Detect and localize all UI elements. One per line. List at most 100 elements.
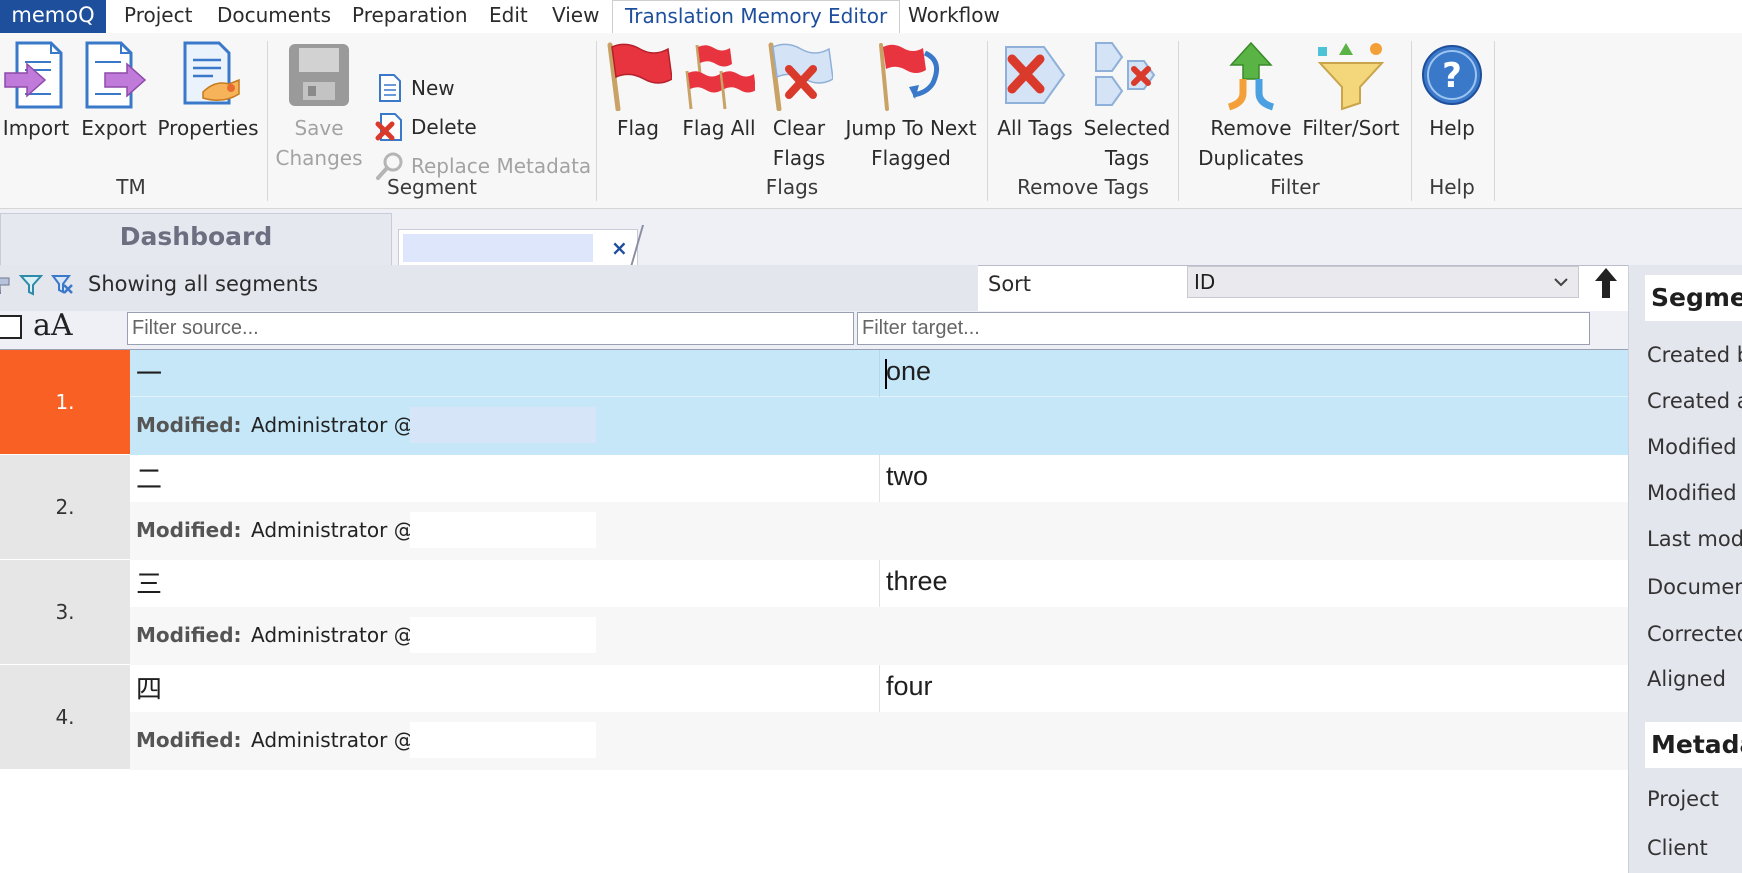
redacted-timestamp [410,722,596,758]
flag-button[interactable]: Flag [603,37,673,143]
clear-flags-label-line1: Clear [772,116,826,140]
redacted-timestamp [410,512,596,548]
target-text[interactable]: one [886,356,931,387]
save-label-line1: Save [294,116,344,140]
menu-preparation[interactable]: Preparation [340,0,480,33]
flag-label: Flag [616,116,659,140]
flag-icon [607,42,672,111]
segment-text-row: 三 three [130,560,1628,607]
field-project: Project [1647,787,1719,811]
segment-metadata-row: Modified: Administrator @2 [130,607,1628,665]
segment-metadata-row: Modified: Administrator @2 [130,502,1628,560]
sort-ascending-arrow-icon[interactable] [1592,266,1620,300]
filter-sort-label: Filter/Sort [1302,116,1400,140]
selected-tags-button[interactable]: Selected Tags [1082,37,1172,173]
chevron-down-icon [1554,278,1568,287]
selected-tags-label-line1: Selected [1083,116,1171,140]
export-button[interactable]: Export [78,37,150,143]
new-button[interactable]: New [373,71,455,105]
funnel-filter-icon[interactable] [18,273,44,297]
flag-filter-icon[interactable] [0,274,12,296]
modified-label: Modified: [136,728,242,752]
menubar: memoQ Project Documents Preparation Edit… [0,0,1742,34]
source-text[interactable]: 二 [136,459,162,496]
menu-workflow[interactable]: Workflow [896,0,1012,33]
save-changes-button[interactable]: Save Changes [275,37,363,173]
tab-dashboard[interactable]: Dashboard [0,213,392,265]
select-all-checkbox[interactable] [0,315,22,339]
group-label-tm: TM [116,175,146,199]
help-button[interactable]: ? Help [1418,37,1486,143]
properties-button[interactable]: Properties [156,37,260,143]
properties-label: Properties [157,116,259,140]
tab-translation-memory[interactable]: × [398,229,638,265]
column-divider [879,665,880,712]
table-row[interactable]: 1. 一 one Modified: Administrator @2 [0,350,1628,455]
help-icon: ? [1422,45,1482,105]
field-modified-by: Modified by [1647,435,1742,459]
target-text[interactable]: four [886,671,933,702]
menu-project[interactable]: Project [112,0,204,33]
sort-select[interactable]: ID [1187,266,1579,298]
target-text[interactable]: two [886,461,928,492]
source-text[interactable]: 四 [136,669,162,706]
filter-sort-button[interactable]: Filter/Sort [1296,37,1406,143]
import-label: Import [2,116,70,140]
selected-tags-icon [1095,42,1156,106]
field-created-by: Created by [1647,343,1742,367]
menu-documents[interactable]: Documents [205,0,343,33]
segment-text-row: 二 two [130,455,1628,502]
row-number: 2. [0,455,130,560]
filter-toolbar-icons [0,273,76,297]
help-label: Help [1429,116,1475,140]
menu-view[interactable]: View [540,0,611,33]
source-text[interactable]: 一 [136,354,162,391]
import-button[interactable]: Import [0,37,72,143]
clear-flags-label-line2: Flags [772,146,826,170]
modified-value: Administrator @2 [251,728,427,752]
source-text[interactable]: 三 [136,564,162,601]
modified-value: Administrator @2 [251,623,427,647]
field-client: Client [1647,836,1708,860]
table-row[interactable]: 2. 二 two Modified: Administrator @2 [0,455,1628,560]
row-number: 3. [0,560,130,665]
table-row[interactable]: 4. 四 four Modified: Administrator @2 [0,665,1628,770]
group-label-remove-tags: Remove Tags [1017,175,1149,199]
case-sensitive-toggle[interactable]: aA [33,308,73,343]
app-menu-button[interactable]: memoQ [0,0,106,33]
menu-translation-memory-editor[interactable]: Translation Memory Editor [612,0,901,34]
segment-section-header[interactable]: Segment [1645,275,1742,321]
modified-label: Modified: [136,518,242,542]
flag-all-label: Flag All [682,116,756,140]
flag-all-icon [685,44,755,110]
flag-all-button[interactable]: Flag All [680,37,758,143]
group-label-segment: Segment [387,175,477,199]
segment-text-row: 四 four [130,665,1628,712]
redacted-timestamp [410,617,596,653]
ribbon: Import Export Properties TM Save Changes… [0,33,1742,209]
field-aligned: Aligned [1647,667,1726,691]
target-text[interactable]: three [886,566,948,597]
column-divider [879,455,880,502]
filter-target-input[interactable] [857,312,1590,345]
jump-to-next-flagged-button[interactable]: Jump To Next Flagged [841,37,981,173]
clear-flags-button[interactable]: Clear Flags [764,37,834,173]
menu-edit[interactable]: Edit [477,0,540,33]
row-number: 4. [0,665,130,770]
jump-label-line2: Flagged [871,146,951,170]
filter-source-input[interactable] [127,312,854,345]
export-label: Export [81,116,147,140]
group-label-help: Help [1429,175,1475,199]
clear-filter-icon[interactable] [50,273,76,297]
tab-close-icon[interactable]: × [611,236,628,260]
group-label-filter: Filter [1270,175,1320,199]
filter-funnel-icon [1317,43,1385,111]
all-tags-icon [1005,46,1066,104]
table-row[interactable]: 3. 三 three Modified: Administrator @2 [0,560,1628,665]
delete-button[interactable]: Delete [373,110,477,144]
metadata-section-header[interactable]: Metadata [1645,722,1742,768]
all-tags-button[interactable]: All Tags [994,37,1076,143]
segment-text-row: 一 one [130,350,1628,397]
modified-value: Administrator @2 [251,413,427,437]
modified-value: Administrator @2 [251,518,427,542]
